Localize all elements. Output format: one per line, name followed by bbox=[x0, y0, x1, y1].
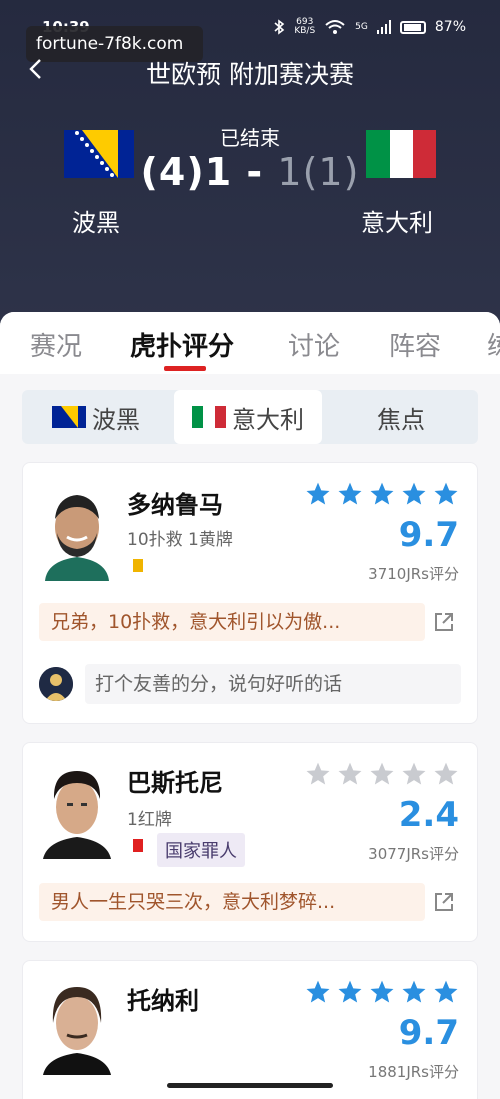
star-icon bbox=[338, 762, 362, 785]
signal-icon bbox=[376, 20, 391, 34]
star-icon bbox=[434, 762, 458, 785]
battery-icon bbox=[399, 20, 426, 34]
away-team-mini-flag bbox=[192, 406, 226, 428]
star-icon bbox=[306, 762, 330, 785]
player-name: 多纳鲁马 bbox=[127, 491, 223, 519]
match-score: (4)1 - 1(1) bbox=[0, 150, 500, 194]
tab-discussion[interactable]: 讨论 bbox=[288, 326, 340, 363]
active-tab-indicator bbox=[164, 366, 206, 371]
user-avatar bbox=[39, 667, 73, 701]
player-stats: 1红牌 bbox=[127, 810, 172, 830]
player-rating: 2.4 bbox=[398, 795, 459, 835]
rating-count: 3710JRs评分 bbox=[368, 565, 459, 583]
player-card[interactable]: 多纳鲁马 10扑救 1黄牌 9.7 3710JRs评分 兄弟，10扑救，意大利引… bbox=[22, 462, 478, 724]
star-icon bbox=[338, 482, 362, 505]
page-title: 世欧预 附加赛决赛 bbox=[146, 60, 354, 89]
tab-match-status[interactable]: 赛况 bbox=[30, 326, 82, 363]
home-team-mini-flag bbox=[52, 406, 86, 428]
match-status: 已结束 bbox=[220, 126, 280, 150]
star-icon bbox=[306, 980, 330, 1003]
player-avatar bbox=[41, 979, 113, 1075]
player-avatar bbox=[41, 485, 113, 581]
tab-lineup[interactable]: 阵容 bbox=[389, 326, 441, 363]
share-icon[interactable] bbox=[433, 891, 455, 913]
subtab-home-label: 波黑 bbox=[92, 405, 140, 434]
tab-more[interactable]: 练 bbox=[487, 326, 500, 363]
top-comment[interactable]: 男人一生只哭三次，意大利梦碎... bbox=[39, 883, 425, 921]
wifi-icon bbox=[325, 20, 345, 34]
player-card[interactable]: 巴斯托尼 1红牌 国家罪人 2.4 3077JRs评分 男人一生只哭三次，意大利… bbox=[22, 742, 478, 942]
star-icon bbox=[370, 482, 394, 505]
team-filter: 波黑 意大利 焦点 bbox=[22, 390, 478, 444]
rating-count: 1881JRs评分 bbox=[368, 1063, 459, 1081]
signal-label: 5G bbox=[355, 21, 368, 32]
star-icon bbox=[306, 482, 330, 505]
ratings-panel: 赛况 虎扑评分 讨论 阵容 练 波黑 意大利 焦点 bbox=[0, 312, 500, 1099]
home-team-name[interactable]: 波黑 bbox=[72, 203, 120, 238]
player-name: 巴斯托尼 bbox=[127, 769, 223, 797]
share-icon[interactable] bbox=[433, 611, 455, 633]
player-rating: 9.7 bbox=[398, 515, 459, 555]
bluetooth-icon bbox=[274, 19, 285, 35]
star-icon bbox=[370, 980, 394, 1003]
subtab-home-team[interactable]: 波黑 bbox=[52, 390, 140, 444]
player-tag: 国家罪人 bbox=[157, 833, 245, 867]
rating-stars[interactable] bbox=[305, 761, 459, 787]
away-penalty-score: (1) bbox=[302, 150, 360, 194]
yellow-card-icon bbox=[133, 559, 143, 572]
score-separator: - bbox=[232, 150, 278, 194]
player-stats: 10扑救 1黄牌 bbox=[127, 530, 233, 550]
rating-count: 3077JRs评分 bbox=[368, 845, 459, 863]
top-comment[interactable]: 兄弟，10扑救，意大利引以为傲... bbox=[39, 603, 425, 641]
player-card[interactable]: 托纳利 9.7 1881JRs评分 bbox=[22, 960, 478, 1099]
star-icon bbox=[402, 482, 426, 505]
star-icon bbox=[338, 980, 362, 1003]
player-name: 托纳利 bbox=[127, 987, 199, 1015]
player-rating: 9.7 bbox=[398, 1013, 459, 1053]
star-icon bbox=[434, 482, 458, 505]
tab-hupu-rating[interactable]: 虎扑评分 bbox=[130, 326, 234, 363]
home-score: 1 bbox=[204, 150, 233, 194]
star-icon bbox=[402, 762, 426, 785]
subtab-away-team[interactable]: 意大利 bbox=[174, 390, 322, 444]
rating-stars[interactable] bbox=[305, 481, 459, 507]
subtab-focus[interactable]: 焦点 bbox=[377, 390, 425, 444]
home-indicator[interactable] bbox=[167, 1083, 333, 1088]
star-icon bbox=[434, 980, 458, 1003]
home-penalty-score: (4) bbox=[140, 150, 205, 194]
rating-stars[interactable] bbox=[305, 979, 459, 1005]
network-speed: 693 KB/S bbox=[294, 17, 316, 36]
comment-input[interactable]: 打个友善的分，说句好听的话 bbox=[85, 664, 461, 704]
away-team-name[interactable]: 意大利 bbox=[361, 203, 433, 238]
star-icon bbox=[402, 980, 426, 1003]
status-icons: 693 KB/S 5G 87% bbox=[273, 18, 466, 36]
player-avatar bbox=[41, 763, 113, 859]
subtab-away-label: 意大利 bbox=[232, 405, 304, 434]
battery-percent: 87% bbox=[434, 19, 466, 35]
star-icon bbox=[370, 762, 394, 785]
red-card-icon bbox=[133, 839, 143, 852]
tab-bar: 赛况 虎扑评分 讨论 阵容 练 bbox=[0, 312, 500, 374]
away-score: 1 bbox=[277, 150, 303, 194]
subtab-focus-label: 焦点 bbox=[377, 405, 425, 434]
